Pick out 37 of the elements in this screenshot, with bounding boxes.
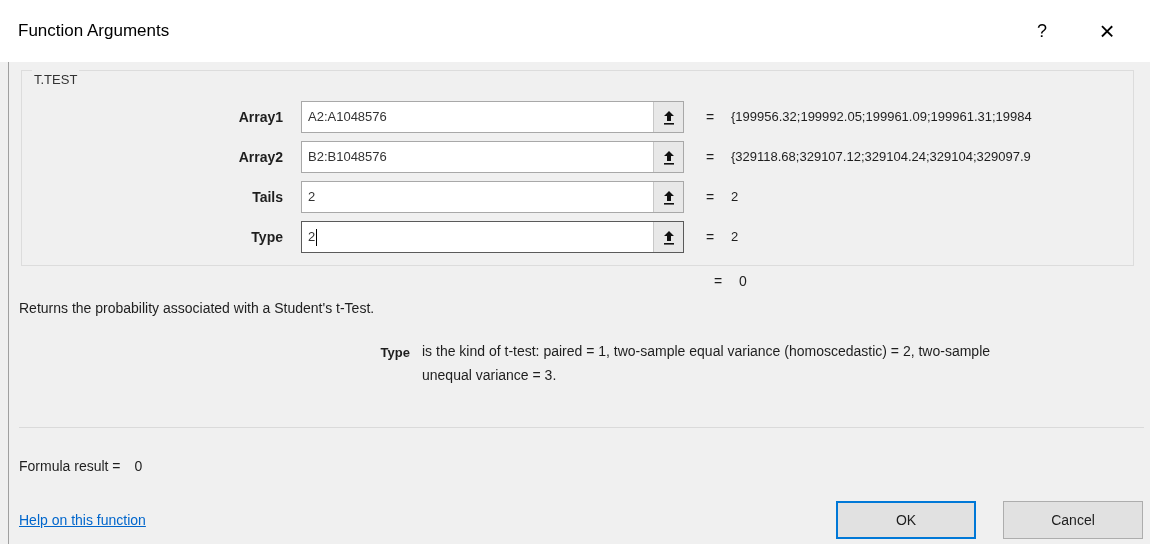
argument-result: {199956.32;199992.05;199961.09;199961.31;19984: [731, 108, 1032, 127]
ok-button[interactable]: OK: [836, 501, 976, 539]
argument-label: Tails: [251, 187, 284, 207]
collapse-dialog-button[interactable]: [653, 142, 683, 172]
argument-name: Type: [379, 344, 411, 362]
upload-arrow-icon: [662, 149, 675, 165]
argument-result: 2: [731, 188, 739, 207]
help-button[interactable]: ?: [1012, 9, 1072, 53]
close-button[interactable]: ×: [1072, 9, 1142, 53]
argument-result: 2: [731, 228, 739, 247]
upload-arrow-icon: [662, 189, 675, 205]
formula-result-label: Formula result =: [19, 457, 121, 476]
upload-arrow-icon: [662, 109, 675, 125]
equals-sign: =: [706, 147, 716, 167]
upload-arrow-icon: [662, 229, 675, 245]
argument-field[interactable]: A2:A1048576: [301, 101, 684, 133]
equals-sign: =: [706, 227, 716, 247]
equals-sign: =: [706, 187, 716, 207]
window-title: Function Arguments: [18, 20, 170, 43]
help-link[interactable]: Help on this function: [19, 509, 146, 531]
formula-result-value: 0: [134, 457, 143, 476]
equals-sign: =: [706, 107, 716, 127]
equals-sign: =: [714, 271, 724, 291]
argument-field[interactable]: 2: [301, 181, 684, 213]
argument-description: is the kind of t-test: paired = 1, two-sample equal variance (homoscedastic) = 2, two-sample unequal variance = 3.: [422, 342, 992, 385]
function-result: 0: [739, 271, 747, 291]
argument-label: Type: [250, 227, 284, 247]
cancel-button[interactable]: Cancel: [1003, 501, 1143, 539]
function-description: Returns the probability associated with a Student's t-Test.: [19, 299, 376, 318]
collapse-dialog-button[interactable]: [653, 102, 683, 132]
collapse-dialog-button[interactable]: [653, 222, 683, 252]
argument-field[interactable]: 2: [301, 221, 684, 253]
argument-field[interactable]: B2:B1048576: [301, 141, 684, 173]
argument-label: Array2: [237, 147, 284, 167]
argument-label: Array1: [237, 107, 284, 127]
collapse-dialog-button[interactable]: [653, 182, 683, 212]
argument-result: {329118.68;329107.12;329104.24;329104;329097.9: [731, 148, 1031, 167]
